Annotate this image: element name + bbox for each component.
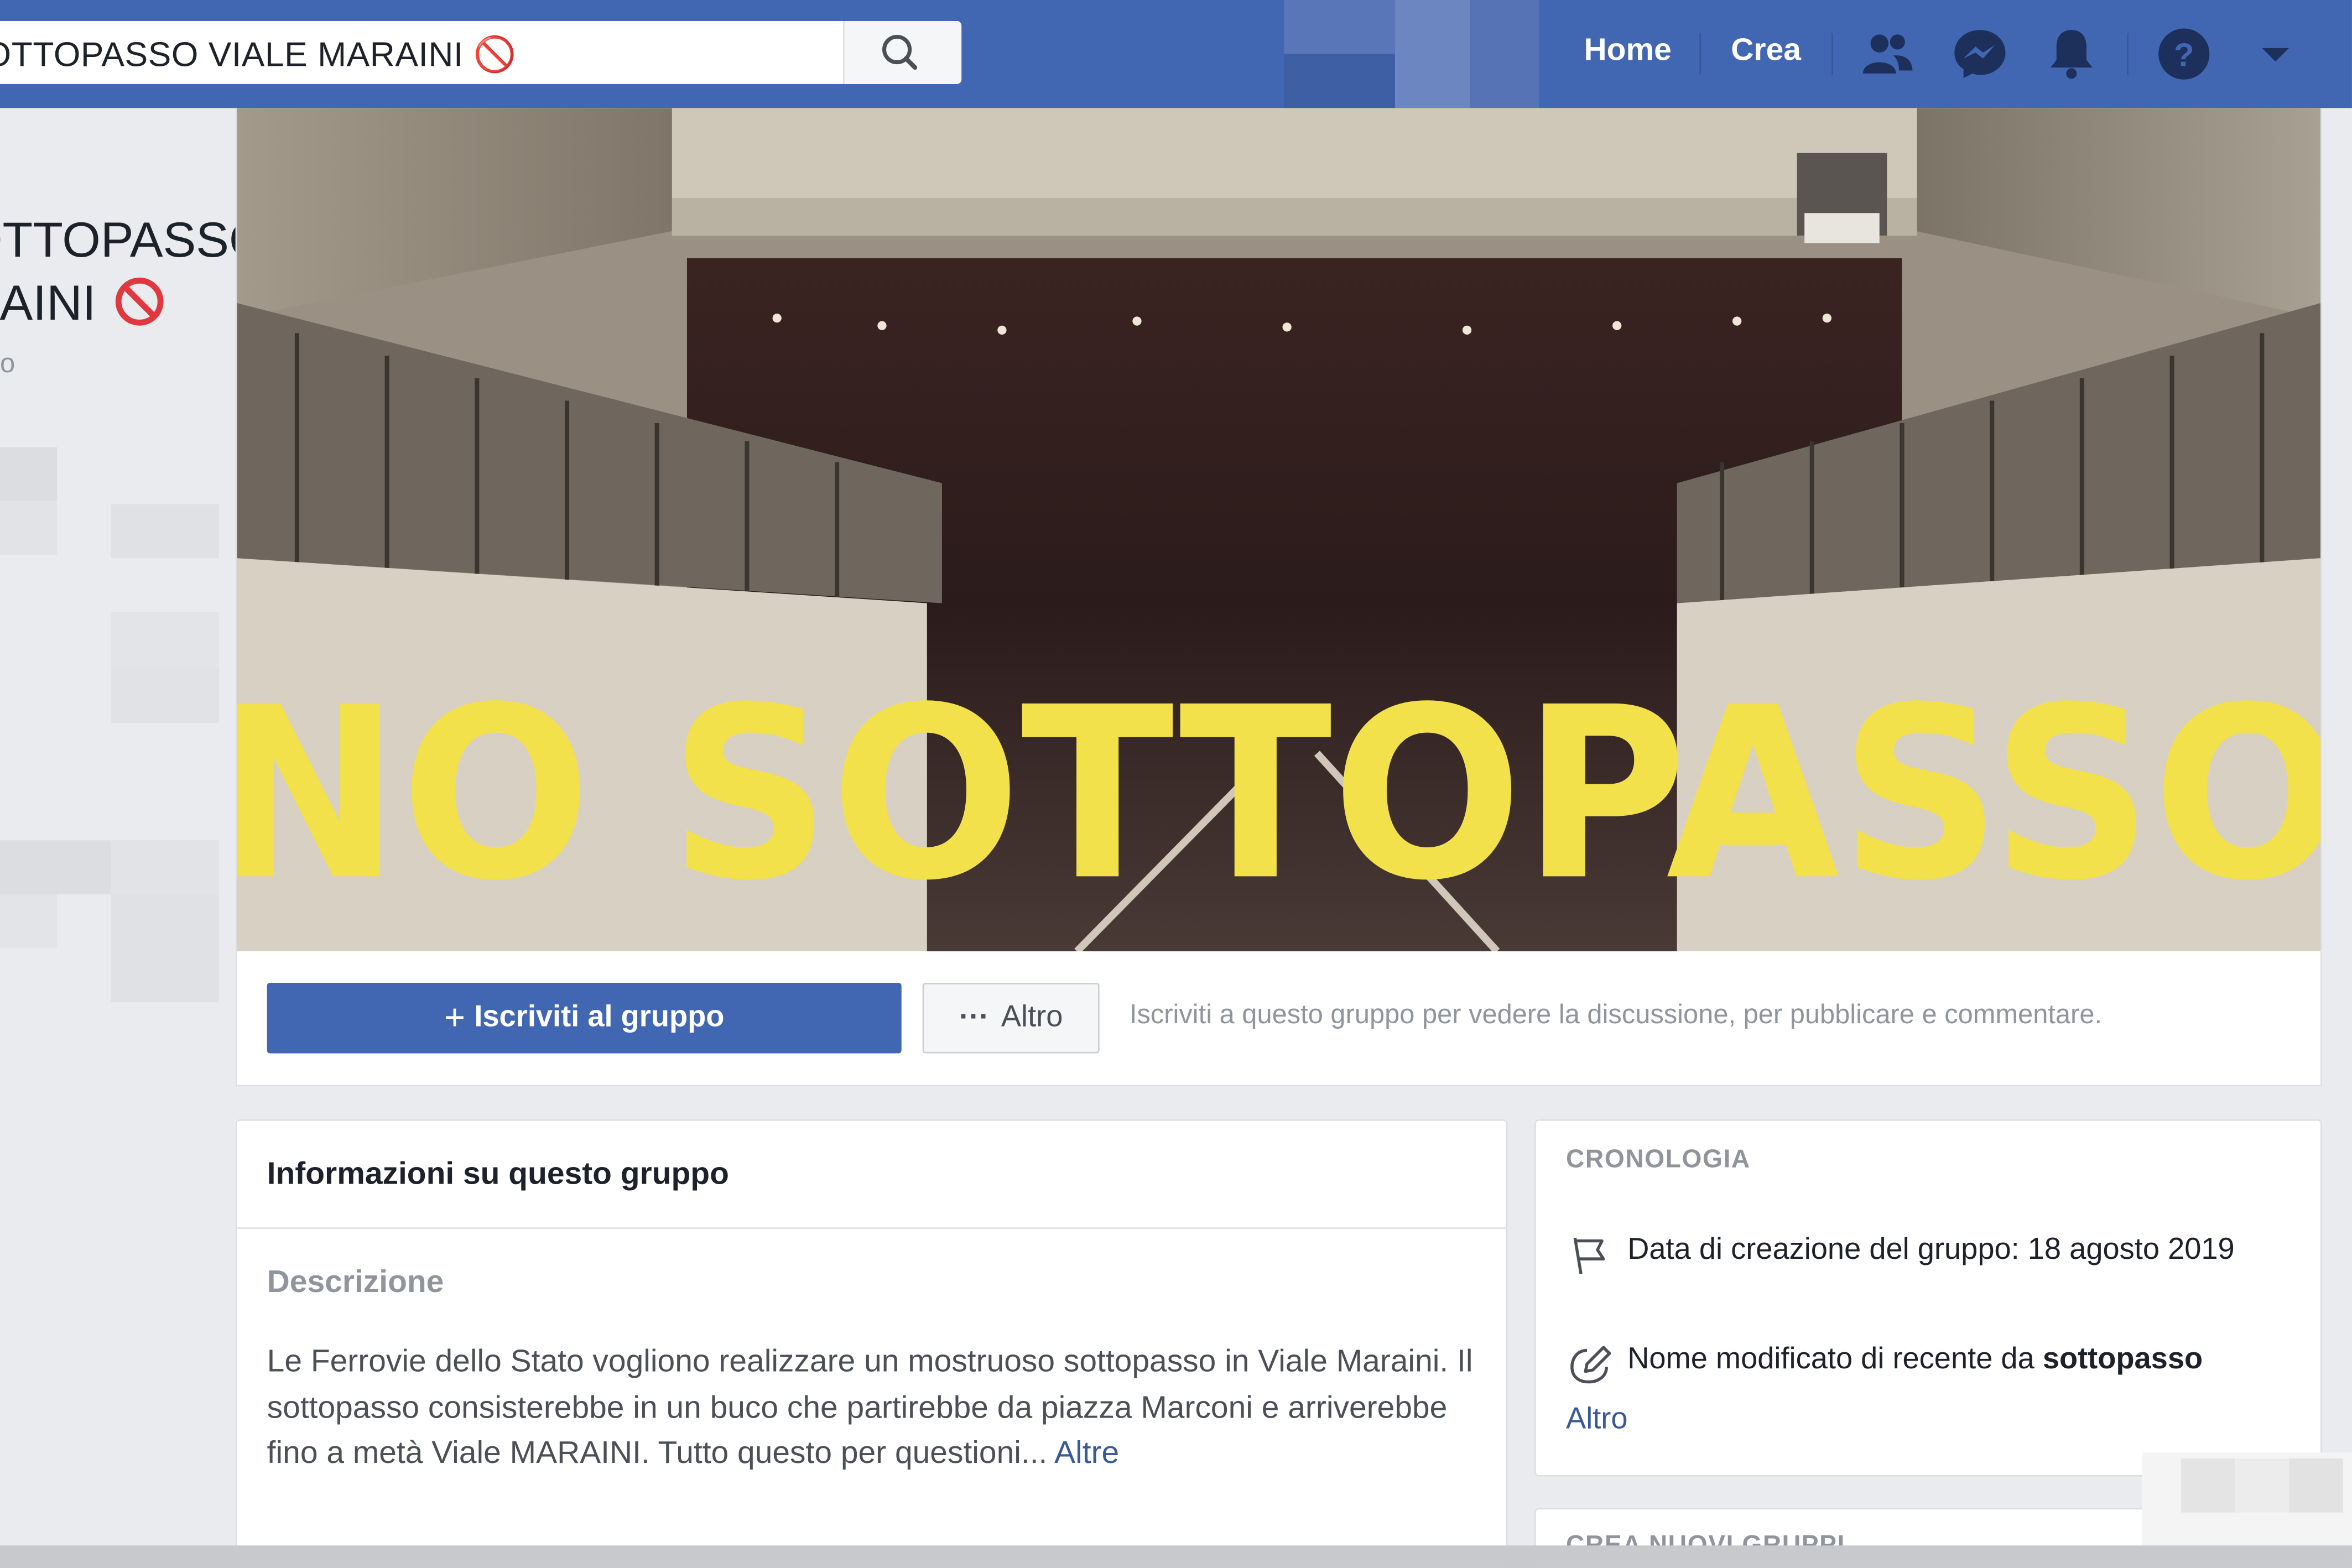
renamed-text: Nome modificato di recente da sottopasso xyxy=(1627,1338,2287,1382)
cover-photo[interactable]: NO SOTTOPASSO xyxy=(237,108,2320,951)
card-divider xyxy=(237,1227,1506,1229)
svg-text:?: ? xyxy=(2174,36,2194,73)
no-entry-icon xyxy=(116,277,164,326)
plus-icon: + xyxy=(444,997,466,1038)
friends-icon[interactable] xyxy=(1857,24,1917,84)
help-icon[interactable]: ? xyxy=(2154,24,2214,84)
group-cover-card: NO SOTTOPASSO + Iscriviti al gruppo ··· … xyxy=(235,108,2322,1087)
description-text: Le Ferrovie dello Stato vogliono realizz… xyxy=(267,1340,1490,1477)
more-dots-icon: ··· xyxy=(959,1001,990,1034)
timeline-heading: CRONOLOGIA xyxy=(1566,1144,1751,1174)
group-title-line1: SOTTOPASSO xyxy=(0,211,268,267)
flag-icon xyxy=(1573,1237,1605,1274)
description-more-link[interactable]: Altre xyxy=(1054,1436,1119,1470)
messenger-icon[interactable] xyxy=(1950,24,2010,84)
created-date-text: Data di creazione del gruppo: 18 agosto … xyxy=(1627,1233,2235,1267)
description-body: Le Ferrovie dello Stato vogliono realizz… xyxy=(267,1344,1473,1471)
more-options-button[interactable]: ··· Altro xyxy=(922,982,1100,1054)
facebook-group-page: SOTTOPASSO VIALE MARAINI 🚫 Home Crea ? T… xyxy=(0,0,2352,1568)
join-hint-text: Iscriviti a questo gruppo per vedere la … xyxy=(1129,999,2103,1030)
notifications-icon[interactable] xyxy=(2042,24,2101,84)
join-group-button[interactable]: + Iscriviti al gruppo xyxy=(267,982,902,1054)
search-icon xyxy=(882,34,918,70)
left-nav-blurred[interactable] xyxy=(0,447,225,1017)
join-group-label: Iscriviti al gruppo xyxy=(474,1001,725,1034)
description-label: Descrizione xyxy=(267,1264,444,1300)
group-title-text: RAINI xyxy=(0,274,96,330)
nav-divider xyxy=(2127,33,2129,75)
tunnel-illustration: NO SOTTOPASSO xyxy=(237,108,2320,951)
search-input[interactable]: SOTTOPASSO VIALE MARAINI 🚫 xyxy=(0,34,517,75)
renamed-by-user[interactable]: sottopasso xyxy=(2043,1343,2203,1376)
nav-divider xyxy=(1831,33,1833,75)
search-bar[interactable]: SOTTOPASSO VIALE MARAINI 🚫 xyxy=(0,20,962,84)
menu-arrow-icon[interactable] xyxy=(2250,24,2301,84)
edit-icon xyxy=(1570,1346,1611,1384)
window-bottom-edge xyxy=(0,1545,2352,1568)
more-options-label: Altro xyxy=(1001,1001,1063,1034)
timeline-card: CRONOLOGIA Data di creazione del gruppo:… xyxy=(1534,1119,2322,1477)
group-title-line2: RAINI xyxy=(0,274,167,331)
nav-create-link[interactable]: Crea xyxy=(1731,33,1801,69)
about-heading: Informazioni su questo gruppo xyxy=(267,1157,729,1192)
group-type-label: o xyxy=(0,348,15,378)
cover-text: NO SOTTOPASSO xyxy=(237,657,2320,933)
renamed-prefix: Nome modificato di recente da xyxy=(1627,1343,2034,1376)
timeline-more-link[interactable]: Altro xyxy=(1566,1403,1628,1437)
search-button[interactable] xyxy=(842,20,962,84)
profile-avatar-blurred[interactable] xyxy=(1284,0,1539,108)
nav-divider xyxy=(1699,33,1701,75)
about-group-card: Informazioni su questo gruppo Descrizion… xyxy=(235,1119,1508,1568)
top-navigation-bar: SOTTOPASSO VIALE MARAINI 🚫 Home Crea ? xyxy=(0,0,2352,108)
nav-home-link[interactable]: Home xyxy=(1584,33,1672,69)
